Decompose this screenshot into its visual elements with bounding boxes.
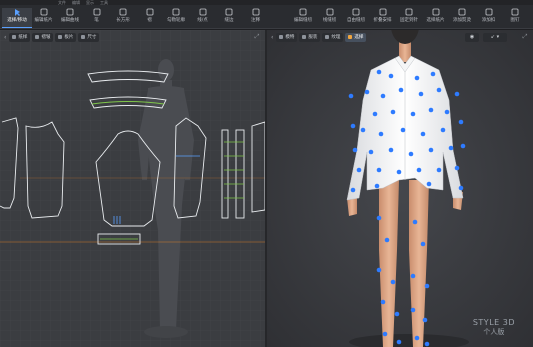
camera-button[interactable]: ◉ <box>465 33 479 42</box>
pattern-view-toolbar: ‹ 纸样 褶皱 板片 尺寸 <box>0 30 100 44</box>
tool-label: 缝边 <box>224 18 234 23</box>
left-subbar-item[interactable]: 尺寸 <box>78 32 100 42</box>
tool-label: 图钉 <box>510 18 520 23</box>
line-sewing-icon <box>326 8 333 16</box>
arrow-down-left-icon: ↙ ▾ <box>490 34 500 40</box>
tool-edit-curve[interactable]: 编辑曲线 <box>55 8 85 28</box>
left-subbar-item[interactable]: 板片 <box>55 32 77 42</box>
tool-label: 折叠安排 <box>373 18 392 23</box>
left-subbar-item[interactable]: 褶皱 <box>32 32 54 42</box>
tool-label: 固定到针 <box>400 18 418 23</box>
edit-curve-icon <box>66 8 74 16</box>
watermark: STYLE 3D 个人版 <box>473 318 515 337</box>
tool-label: 笔 <box>94 18 99 23</box>
tool-label: 编辑曲线 <box>61 18 79 23</box>
tool-button[interactable]: 添加扣 <box>474 8 504 28</box>
fold-arrange-icon <box>379 8 386 16</box>
right-subbar-item[interactable]: 纹理 <box>322 32 344 42</box>
line-point-icon <box>199 8 206 16</box>
tool-label: 添加扣 <box>481 18 496 23</box>
tool-label: 选择/移动 <box>7 18 27 23</box>
tool-cursor[interactable]: 选择/移动 <box>2 8 32 28</box>
wrinkle-icon <box>35 35 40 39</box>
tool-label: 勾勒轮廓 <box>167 18 185 23</box>
pin-icon <box>405 8 413 16</box>
cursor-icon <box>15 9 20 16</box>
press-icon <box>458 8 466 16</box>
texture-icon <box>325 35 330 39</box>
tool-tack[interactable]: 图钉 <box>500 8 530 28</box>
rectangle-icon <box>119 8 127 16</box>
piece-icon <box>58 35 63 39</box>
right-subbar-item[interactable]: 服装 <box>299 32 321 42</box>
camera-icon: ◉ <box>469 34 475 40</box>
menu-item[interactable]: 显示 <box>86 0 94 6</box>
collapse-arrow-icon[interactable]: ‹ <box>270 34 274 41</box>
3d-view-toolbar: ‹ 模特 服装 纹理 选择 <box>267 30 367 44</box>
tool-label: 自由缝纫 <box>347 18 365 23</box>
tool-seam-allowance[interactable]: 缝边 <box>214 8 244 28</box>
right-subbar-item[interactable]: 选择 <box>345 32 367 42</box>
collapse-arrow-icon[interactable]: ‹ <box>3 34 7 41</box>
tool-free-sewing[interactable]: 自由缝纫 <box>341 8 371 28</box>
avatar-icon <box>279 35 284 39</box>
pen-icon <box>93 8 100 16</box>
seam-allowance-icon <box>225 8 233 16</box>
garment-icon <box>302 35 307 39</box>
watermark-title: STYLE 3D <box>472 318 515 327</box>
menu-item[interactable]: 文件 <box>58 0 66 6</box>
watermark-subtitle: 个人版 <box>483 328 505 336</box>
size-icon <box>81 35 86 39</box>
select-piece-icon <box>432 8 439 16</box>
tool-press[interactable]: 添加熨烫 <box>447 8 477 28</box>
tool-select-piece[interactable]: 选择纸片 <box>421 8 451 28</box>
garment-3d-view[interactable]: ‹ 模特 服装 纹理 选择 ◉ ↙ ▾ ⤢ STYLE 3D 个人版 <box>267 30 533 347</box>
tool-label: 线/点 <box>197 18 208 23</box>
tool-label: 添加熨烫 <box>453 18 471 23</box>
view-dropdown[interactable]: ↙ ▾ <box>483 33 507 42</box>
annotation-icon <box>252 8 259 16</box>
menu-item[interactable]: 编辑 <box>72 0 80 6</box>
main-toolbar: 文件 编辑 显示 工具 选择/移动 编辑纸片 编辑曲线 笔 长方形 褶 勾勒轮廓 线/点 缝边 注… <box>0 0 533 29</box>
expand-icon[interactable]: ⤢ <box>521 33 529 41</box>
tool-fold-arrange[interactable]: 折叠安排 <box>368 8 398 28</box>
pattern-icon <box>12 35 17 39</box>
tool-annotation[interactable]: 注释 <box>241 8 271 28</box>
tool-pen[interactable]: 笔 <box>82 8 112 28</box>
free-sewing-icon <box>352 8 360 16</box>
tool-label: 线缝纫 <box>322 18 337 23</box>
tool-label: 编辑缝纫 <box>294 18 312 23</box>
3d-canvas[interactable] <box>267 30 533 347</box>
tool-label: 选择纸片 <box>426 18 445 23</box>
button-icon <box>485 8 492 16</box>
pattern-2d-view[interactable]: ‹ 纸样 褶皱 板片 尺寸 ⤢ <box>0 30 265 347</box>
menu-item[interactable]: 工具 <box>100 0 108 6</box>
tack-icon <box>511 8 519 16</box>
select-icon <box>348 35 353 39</box>
left-subbar-item[interactable]: 纸样 <box>9 32 31 42</box>
tool-rectangle[interactable]: 长方形 <box>108 8 138 28</box>
tool-label: 长方形 <box>116 18 130 23</box>
tool-edit-piece[interactable]: 编辑纸片 <box>29 8 59 28</box>
tool-edit-sewing[interactable]: 编辑缝纫 <box>288 8 318 28</box>
tool-line-sewing[interactable]: 线缝纫 <box>315 8 345 28</box>
tool-pleat[interactable]: 褶 <box>135 8 165 28</box>
grid-background <box>0 30 265 347</box>
tool-label: 褶 <box>147 18 152 23</box>
tool-label: 编辑纸片 <box>34 18 53 23</box>
trace-icon <box>172 8 180 16</box>
pleat-icon <box>146 8 153 16</box>
edit-piece-icon <box>40 8 47 16</box>
tool-label: 注释 <box>251 18 260 23</box>
pattern-canvas[interactable] <box>0 30 265 347</box>
menu-bar: 文件 编辑 显示 工具 <box>0 0 533 5</box>
right-subbar-item[interactable]: 模特 <box>276 32 298 42</box>
edit-sewing-icon <box>299 8 307 16</box>
tool-pin[interactable]: 固定到针 <box>394 8 424 28</box>
expand-icon[interactable]: ⤢ <box>253 33 261 41</box>
tool-trace[interactable]: 勾勒轮廓 <box>161 8 191 28</box>
tool-line-point[interactable]: 线/点 <box>188 8 218 28</box>
